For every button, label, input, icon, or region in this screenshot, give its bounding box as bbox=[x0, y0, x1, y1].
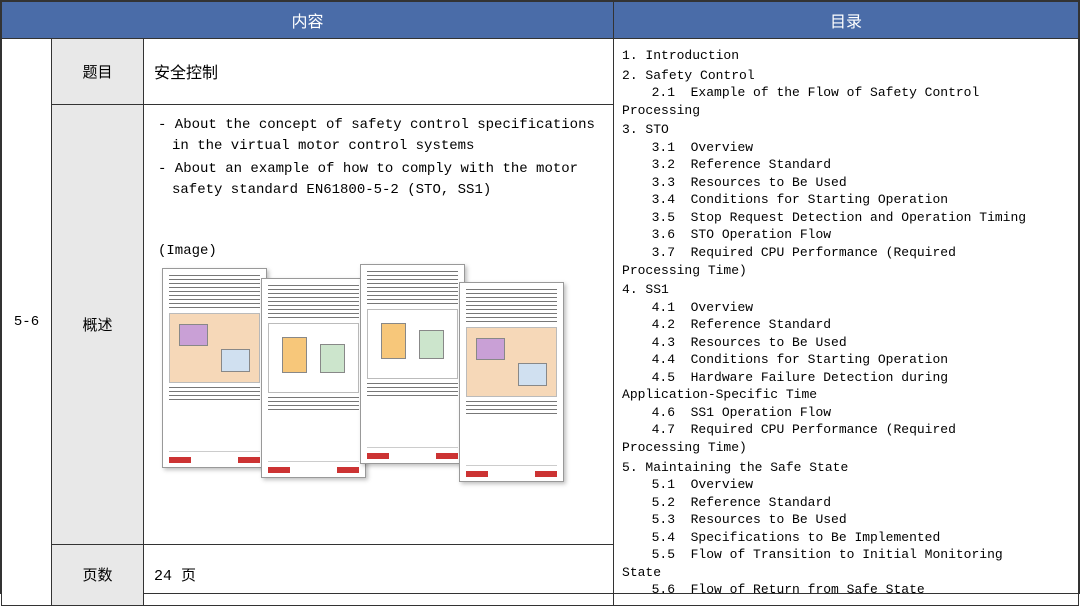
toc-item: 3.5 Stop Request Detection and Operation… bbox=[622, 209, 1070, 227]
header-toc: 目录 bbox=[614, 2, 1079, 39]
toc-item: Processing Time) bbox=[622, 262, 1070, 280]
row-number: 5-6 bbox=[2, 39, 52, 606]
toc-item: 4.1 Overview bbox=[622, 299, 1070, 317]
toc-item: Processing bbox=[622, 102, 1070, 120]
toc-item: 5.3 Resources to Be Used bbox=[622, 511, 1070, 529]
overview-cell: - About the concept of safety control sp… bbox=[144, 104, 614, 544]
overview-bullet: - About an example of how to comply with… bbox=[158, 159, 599, 201]
toc-item: 3.3 Resources to Be Used bbox=[622, 174, 1070, 192]
toc-cell: 1. Introduction 2. Safety Control 2.1 Ex… bbox=[614, 39, 1079, 606]
thumbnail-row bbox=[158, 268, 599, 482]
toc-item: 4.6 SS1 Operation Flow bbox=[622, 404, 1070, 422]
toc-item: 4.7 Required CPU Performance (Required bbox=[622, 421, 1070, 439]
document-table: 内容 目录 5-6 题目 安全控制 1. Introduction 2. Saf… bbox=[0, 0, 1080, 594]
document-thumbnail bbox=[162, 268, 267, 468]
toc-item: 2. Safety Control bbox=[622, 67, 1070, 85]
overview-bullet: - About the concept of safety control sp… bbox=[158, 115, 599, 157]
label-overview: 概述 bbox=[52, 104, 144, 544]
toc-item: 3.1 Overview bbox=[622, 139, 1070, 157]
toc-item: Application-Specific Time bbox=[622, 386, 1070, 404]
toc-item: 3.6 STO Operation Flow bbox=[622, 226, 1070, 244]
toc-item: 2.1 Example of the Flow of Safety Contro… bbox=[622, 84, 1070, 102]
title-value: 安全控制 bbox=[144, 39, 614, 105]
toc-item: 4.3 Resources to Be Used bbox=[622, 334, 1070, 352]
image-label: (Image) bbox=[158, 241, 599, 262]
toc-item: 3.2 Reference Standard bbox=[622, 156, 1070, 174]
pages-value: 24 页 bbox=[144, 544, 614, 605]
label-pages: 页数 bbox=[52, 544, 144, 605]
toc-item: 3. STO bbox=[622, 121, 1070, 139]
label-title: 题目 bbox=[52, 39, 144, 105]
toc-item: 1. Introduction bbox=[622, 47, 1070, 65]
document-thumbnail bbox=[261, 278, 366, 478]
toc-item: 5. Maintaining the Safe State bbox=[622, 459, 1070, 477]
toc-item: 5.4 Specifications to Be Implemented bbox=[622, 529, 1070, 547]
toc-item: 4.5 Hardware Failure Detection during bbox=[622, 369, 1070, 387]
toc-item: State bbox=[622, 564, 1070, 582]
toc-item: 5.6 Flow of Return from Safe State bbox=[622, 581, 1070, 599]
header-content: 内容 bbox=[2, 2, 614, 39]
toc-item: 5.1 Overview bbox=[622, 476, 1070, 494]
toc-item: 3.7 Required CPU Performance (Required bbox=[622, 244, 1070, 262]
toc-item: 4.4 Conditions for Starting Operation bbox=[622, 351, 1070, 369]
document-thumbnail bbox=[459, 282, 564, 482]
toc-item: 5.5 Flow of Transition to Initial Monito… bbox=[622, 546, 1070, 564]
toc-item: Processing Time) bbox=[622, 439, 1070, 457]
document-thumbnail bbox=[360, 264, 465, 464]
toc-item: 4. SS1 bbox=[622, 281, 1070, 299]
toc-item: 4.2 Reference Standard bbox=[622, 316, 1070, 334]
toc-item: 5.2 Reference Standard bbox=[622, 494, 1070, 512]
toc-item: 3.4 Conditions for Starting Operation bbox=[622, 191, 1070, 209]
